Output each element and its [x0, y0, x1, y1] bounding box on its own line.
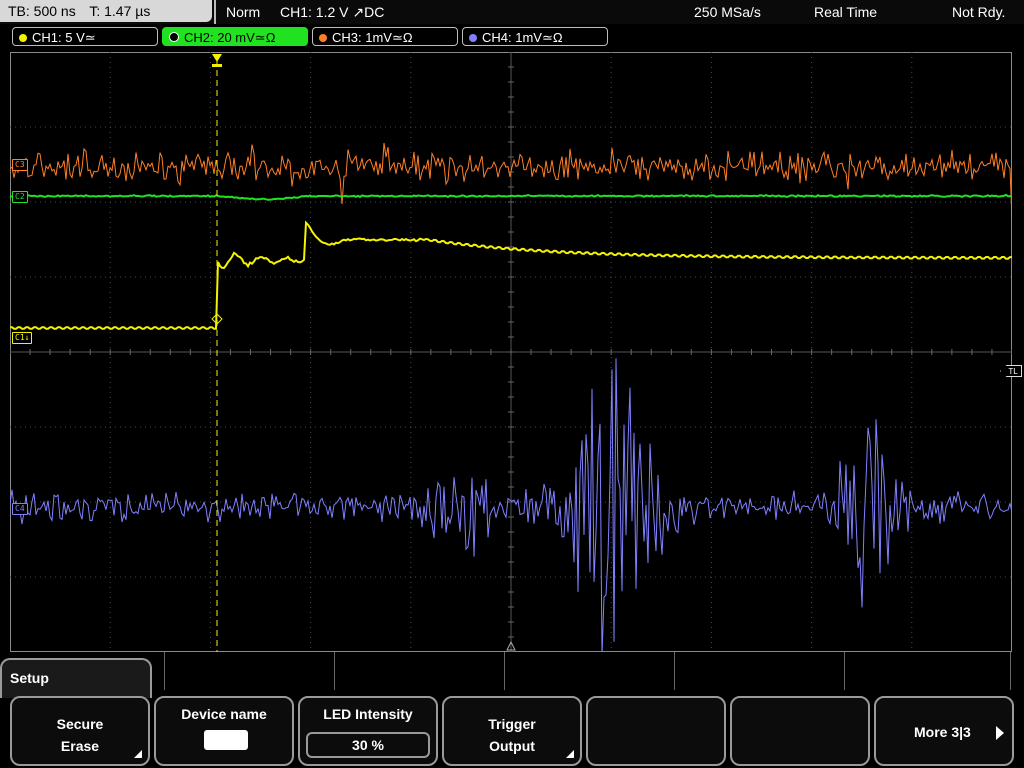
- ch3-offset-marker[interactable]: C3: [12, 159, 28, 171]
- trigger-position-icon: [212, 54, 222, 62]
- ch4-color-dot: [469, 34, 477, 42]
- waveform-display[interactable]: C1↓ C2 C3 C4 TL: [10, 52, 1022, 652]
- softkey-label: LED Intensity: [323, 706, 413, 722]
- tab-ch2[interactable]: CH2: 20 mV≃Ω: [162, 27, 308, 46]
- trigger-output-button[interactable]: Trigger Output: [442, 696, 582, 766]
- softkey-label: Secure: [56, 716, 104, 732]
- trigger-time-value: T: 1.47 µs: [89, 3, 151, 19]
- softkey-empty-5[interactable]: [586, 696, 726, 766]
- submenu-corner-icon: [134, 750, 142, 758]
- secure-erase-button[interactable]: Secure Erase: [10, 696, 150, 766]
- softkey-label: Trigger: [488, 716, 536, 732]
- softkey-bar: Secure Erase Device name LED Intensity 3…: [0, 696, 1024, 768]
- tab-ch1[interactable]: CH1: 5 V≃: [12, 27, 158, 46]
- submenu-corner-icon: [566, 750, 574, 758]
- channel-tabs: CH1: 5 V≃ CH2: 20 mV≃Ω CH3: 1mV≃Ω CH4: 1…: [0, 26, 1024, 48]
- graticule-grid: [10, 52, 1012, 652]
- acquisition-status: Not Rdy.: [952, 4, 1006, 20]
- waveform-canvas: [10, 52, 1012, 652]
- strip-cell: [504, 652, 505, 690]
- tab-ch3[interactable]: CH3: 1mV≃Ω: [312, 27, 458, 46]
- strip-cell: [1010, 652, 1011, 690]
- keyboard-icon: [204, 730, 248, 750]
- trigger-mode[interactable]: Norm: [226, 0, 260, 24]
- led-intensity-button[interactable]: LED Intensity 30 %: [298, 696, 438, 766]
- softkey-label: Erase: [60, 738, 100, 754]
- led-intensity-value[interactable]: 30 %: [306, 732, 430, 758]
- ch2-offset-marker[interactable]: C2: [12, 191, 28, 203]
- divider: [214, 0, 216, 24]
- ch3-color-dot: [319, 34, 327, 42]
- ch2-color-dot: [169, 32, 179, 42]
- ch1-label: CH1: 5 V≃: [32, 30, 96, 45]
- timebase-box[interactable]: TB: 500 ns T: 1.47 µs: [0, 0, 212, 22]
- strip-cell: [674, 652, 675, 690]
- next-page-arrow-icon: [996, 726, 1004, 740]
- acquisition-mode: Real Time: [814, 4, 878, 20]
- menu-title: Setup: [0, 658, 152, 698]
- timebase-value: TB: 500 ns: [8, 3, 76, 19]
- trigger-position-bar: [212, 64, 222, 67]
- ch1-offset-marker[interactable]: C1↓: [12, 332, 33, 344]
- strip-cell: [164, 652, 165, 690]
- softkey-label: Output: [489, 738, 535, 754]
- ch4-label: CH4: 1mV≃Ω: [482, 30, 563, 45]
- sample-rate: 250 MSa/s: [694, 4, 761, 20]
- device-name-button[interactable]: Device name: [154, 696, 294, 766]
- ch1-color-dot: [19, 34, 27, 42]
- menu-info-strip: [164, 652, 1012, 692]
- tab-ch4[interactable]: CH4: 1mV≃Ω: [462, 27, 608, 46]
- ch4-offset-marker[interactable]: C4: [12, 503, 28, 515]
- ch3-label: CH3: 1mV≃Ω: [332, 30, 413, 45]
- strip-cell: [844, 652, 845, 690]
- ch2-label: CH2: 20 mV≃Ω: [184, 30, 276, 45]
- status-bar: TB: 500 ns T: 1.47 µs Norm CH1: 1.2 V ↗D…: [0, 0, 1024, 24]
- strip-cell: [334, 652, 335, 690]
- more-button[interactable]: More 3|3: [874, 696, 1014, 766]
- softkey-empty-6[interactable]: [730, 696, 870, 766]
- trigger-info[interactable]: CH1: 1.2 V ↗DC: [280, 0, 384, 24]
- softkey-label: Device name: [181, 706, 267, 722]
